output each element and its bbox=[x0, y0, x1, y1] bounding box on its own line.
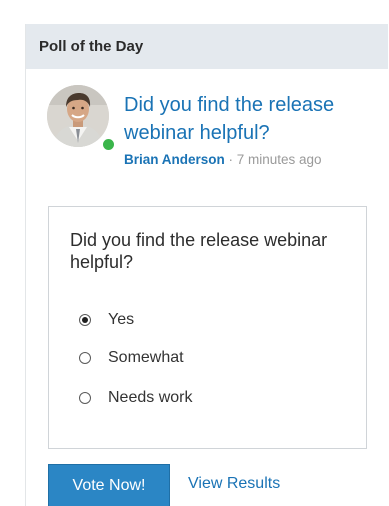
widget-header: Poll of the Day bbox=[26, 24, 388, 69]
view-results-link[interactable]: View Results bbox=[188, 475, 280, 493]
user-avatar-icon bbox=[47, 85, 109, 147]
radio-button[interactable] bbox=[79, 392, 91, 404]
poll-question: Did you find the release webinar helpful… bbox=[70, 230, 328, 272]
page: Poll of the Day Did you find the release… bbox=[0, 0, 389, 506]
poll-option-label: Needs work bbox=[108, 389, 193, 406]
radio-button[interactable] bbox=[79, 352, 91, 364]
post-meta: Brian Anderson · 7 minutes ago bbox=[124, 152, 322, 167]
poll-option-somewhat[interactable]: Somewhat bbox=[79, 349, 184, 367]
post-title-link[interactable]: Did you find the release webinar helpful… bbox=[124, 91, 374, 147]
avatar[interactable] bbox=[47, 85, 109, 147]
meta-separator: · bbox=[224, 152, 237, 167]
poll-option-label: Yes bbox=[108, 311, 135, 328]
poll-post: Did you find the release webinar helpful… bbox=[26, 69, 388, 175]
post-timestamp: 7 minutes ago bbox=[236, 152, 322, 167]
radio-button-selected[interactable] bbox=[79, 314, 91, 326]
poll-widget: Poll of the Day Did you find the release… bbox=[25, 24, 388, 506]
poll-option-label: Somewhat bbox=[108, 349, 184, 366]
poll-option-needs-work[interactable]: Needs work bbox=[79, 389, 192, 407]
vote-now-button[interactable]: Vote Now! bbox=[48, 464, 170, 506]
poll-box: Did you find the release webinar helpful… bbox=[48, 206, 367, 449]
poll-option-yes[interactable]: Yes bbox=[79, 311, 134, 329]
online-status-indicator bbox=[101, 137, 116, 152]
widget-title: Poll of the Day bbox=[39, 38, 144, 55]
author-link[interactable]: Brian Anderson bbox=[124, 152, 225, 167]
